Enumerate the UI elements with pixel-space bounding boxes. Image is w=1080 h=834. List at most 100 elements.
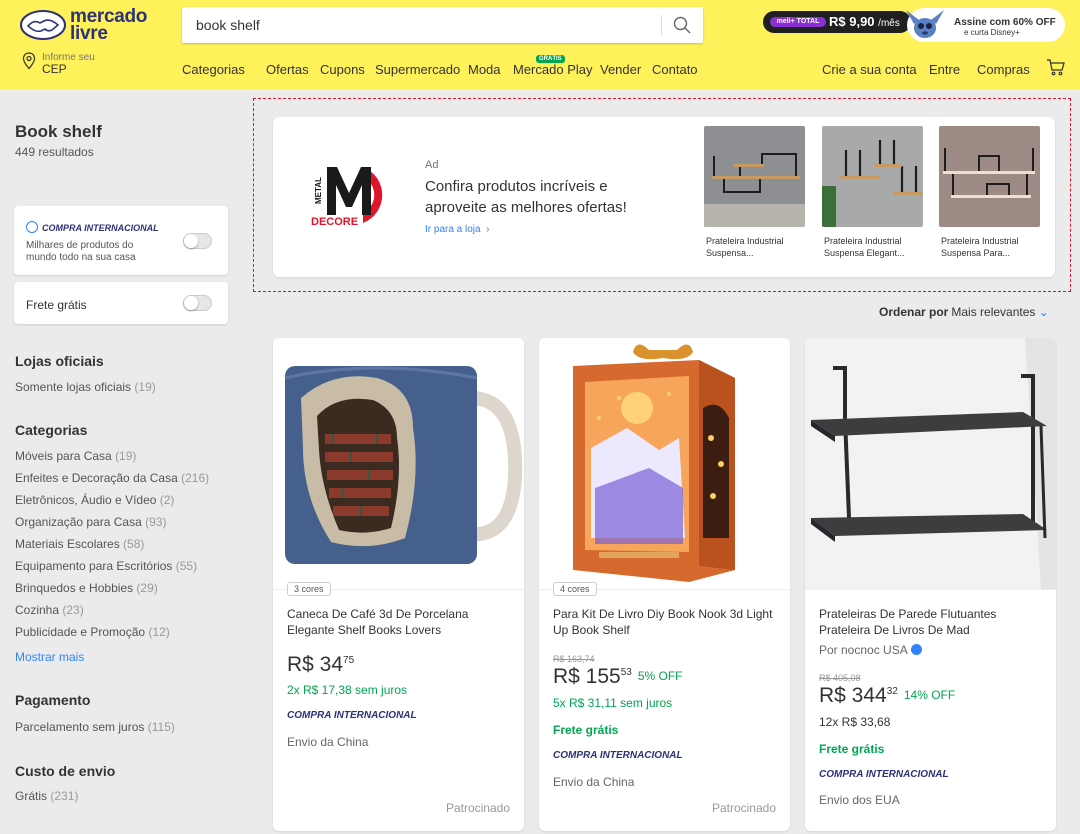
filter-title-envio: Custo de envio bbox=[15, 763, 116, 779]
color-count-badge: 3 cores bbox=[287, 582, 331, 596]
header: mercado livre Informe seu CEP meli+ TOTA… bbox=[0, 0, 1080, 89]
product-price: R$ 34432 14% OFF bbox=[819, 684, 956, 707]
intl-toggle[interactable] bbox=[183, 233, 212, 249]
ad-headline: Confira produtos incríveis e aproveite a… bbox=[425, 178, 627, 216]
gratis-badge: GRÁTIS bbox=[536, 55, 565, 63]
ad-product-caption: Prateleira Industrial Suspensa... bbox=[706, 236, 784, 258]
cart-icon[interactable] bbox=[1046, 58, 1066, 76]
free-shipping-tag: Frete grátis bbox=[819, 742, 885, 756]
nav-cupons[interactable]: Cupons bbox=[320, 62, 365, 77]
promo-line1: Assine com 60% OFF bbox=[954, 17, 1056, 28]
filter-item-category[interactable]: Organização para Casa (93) bbox=[15, 515, 166, 529]
meli-plus-promo[interactable]: meli+ TOTAL R$ 9,90 /mês Assine com 60% … bbox=[763, 8, 1065, 42]
free-shipping-filter-card: Frete grátis bbox=[14, 282, 228, 324]
stitch-character-icon bbox=[906, 10, 944, 38]
free-shipping-label: Frete grátis bbox=[26, 298, 87, 312]
nav-ofertas[interactable]: Ofertas bbox=[266, 62, 309, 77]
ad-product-caption: Prateleira Industrial Suspensa Elegant..… bbox=[824, 236, 905, 258]
search-divider bbox=[661, 15, 662, 35]
discount-tag: 5% OFF bbox=[637, 669, 683, 683]
old-price: R$ 405,08 bbox=[819, 673, 861, 683]
nav-categorias[interactable]: Categorias ⌄ bbox=[182, 62, 245, 77]
disney-promo: Assine com 60% OFF e curta Disney+ bbox=[906, 8, 1065, 42]
sort-selector[interactable]: Ordenar por Mais relevantes ⌄ bbox=[879, 305, 1049, 319]
promo-line2: e curta Disney+ bbox=[964, 28, 1020, 37]
logo-text: mercado livre bbox=[70, 6, 148, 44]
wall-shelf-image bbox=[704, 126, 805, 227]
cep-selector[interactable]: Informe seu CEP bbox=[22, 52, 132, 78]
installments: 5x R$ 31,11 sem juros bbox=[553, 696, 673, 710]
filter-item-category[interactable]: Publicidade e Promoção (12) bbox=[15, 625, 170, 639]
international-filter-card: COMPRA INTERNACIONAL Milhares de produto… bbox=[14, 206, 228, 275]
product-price: R$ 3475 bbox=[287, 653, 355, 676]
ad-product-caption: Prateleira Industrial Suspensa Para... bbox=[941, 236, 1019, 258]
filter-item-lojas-oficiais[interactable]: Somente lojas oficiais (19) bbox=[15, 380, 156, 394]
intl-filter-desc: Milhares de produtos do mundo todo na su… bbox=[26, 240, 136, 263]
product-card[interactable]: Prateleiras De Parede Flutuantes Pratele… bbox=[805, 338, 1056, 831]
filter-title-lojas: Lojas oficiais bbox=[15, 353, 104, 369]
filter-item-gratis[interactable]: Grátis (231) bbox=[15, 789, 78, 803]
verified-icon bbox=[910, 644, 922, 655]
filter-item-category[interactable]: Móveis para Casa (19) bbox=[15, 449, 136, 463]
promo-price: R$ 9,90 /mês bbox=[829, 14, 900, 29]
old-price: R$ 163,74 bbox=[553, 654, 595, 664]
chevron-right-icon: › bbox=[483, 224, 490, 235]
ad-store-link[interactable]: Ir para a loja › bbox=[425, 224, 489, 235]
search-icon[interactable] bbox=[672, 15, 692, 35]
filter-item-category[interactable]: Eletrônicos, Áudio e Vídeo (2) bbox=[15, 493, 174, 507]
ad-product-3[interactable]: Prateleira Industrial Suspensa Para... bbox=[939, 126, 1041, 259]
product-title[interactable]: Para Kit De Livro Diy Book Nook 3d Light… bbox=[553, 606, 779, 638]
seller-label: Por nocnoc USA bbox=[819, 643, 922, 657]
installments: 2x R$ 17,38 sem juros bbox=[287, 683, 408, 697]
free-shipping-tag: Frete grátis bbox=[553, 723, 619, 737]
ad-product-1[interactable]: Prateleira Industrial Suspensa... bbox=[704, 126, 806, 259]
handshake-logo-icon bbox=[20, 10, 66, 40]
nav-contato[interactable]: Contato bbox=[652, 62, 698, 77]
nav-mercado-play[interactable]: Mercado Play bbox=[513, 62, 592, 77]
meli-plus-tag: meli+ TOTAL bbox=[770, 17, 826, 27]
floating-shelf-product-image bbox=[805, 338, 1056, 589]
chevron-down-icon: ⌄ bbox=[1038, 305, 1049, 319]
product-title[interactable]: Prateleiras De Parede Flutuantes Pratele… bbox=[819, 606, 1045, 638]
ad-product-2[interactable]: Prateleira Industrial Suspensa Elegant..… bbox=[822, 126, 924, 259]
filter-item-category[interactable]: Equipamento para Escritórios (55) bbox=[15, 559, 197, 573]
product-card[interactable]: 4 cores Para Kit De Livro Diy Book Nook … bbox=[539, 338, 790, 831]
search-title: Book shelf bbox=[15, 122, 102, 141]
nav-vender[interactable]: Vender bbox=[600, 62, 641, 77]
filter-title-pagamento: Pagamento bbox=[15, 692, 91, 708]
cep-label: CEP bbox=[42, 62, 67, 76]
product-card[interactable]: 3 cores Caneca De Café 3d De Porcelana E… bbox=[273, 338, 524, 831]
ad-product-image bbox=[704, 126, 805, 227]
purchases-link[interactable]: Compras bbox=[977, 62, 1030, 77]
intl-purchase-tag: COMPRA INTERNACIONAL bbox=[553, 750, 683, 761]
ship-origin: Envio da China bbox=[553, 775, 635, 789]
nav-moda[interactable]: Moda bbox=[468, 62, 501, 77]
svg-text:METAL: METAL bbox=[314, 177, 323, 204]
mercado-livre-logo[interactable]: mercado livre bbox=[20, 6, 148, 44]
ad-product-image bbox=[822, 126, 923, 227]
ad-tag: Ad bbox=[425, 159, 439, 171]
show-more-link[interactable]: Mostrar mais bbox=[15, 650, 84, 664]
nav-supermercado[interactable]: Supermercado bbox=[375, 62, 460, 77]
filter-item-category[interactable]: Cozinha (23) bbox=[15, 603, 84, 617]
book-nook-product-image bbox=[539, 338, 790, 589]
intl-filter-title: COMPRA INTERNACIONAL bbox=[26, 221, 159, 233]
filter-item-category[interactable]: Enfeites e Decoração da Casa (216) bbox=[15, 471, 209, 485]
ship-origin: Envio dos EUA bbox=[819, 793, 900, 807]
discount-tag: 14% OFF bbox=[903, 688, 956, 702]
create-account-link[interactable]: Crie a sua conta bbox=[822, 62, 917, 77]
filter-item-category[interactable]: Materiais Escolares (58) bbox=[15, 537, 144, 551]
filter-item-category[interactable]: Brinquedos e Hobbies (29) bbox=[15, 581, 158, 595]
ad-banner[interactable]: METAL DECORE Ad Confira produtos incríve… bbox=[273, 117, 1055, 277]
location-pin-icon bbox=[22, 52, 36, 70]
svg-text:DECORE: DECORE bbox=[311, 216, 358, 228]
installments: 12x R$ 33,68 bbox=[819, 715, 891, 729]
filter-item-parcelamento[interactable]: Parcelamento sem juros (115) bbox=[15, 720, 175, 734]
search-input[interactable] bbox=[196, 7, 656, 43]
product-price: R$ 15553 5% OFF bbox=[553, 665, 683, 688]
product-title[interactable]: Caneca De Café 3d De Porcelana Elegante … bbox=[287, 606, 513, 638]
login-link[interactable]: Entre bbox=[929, 62, 960, 77]
results-count: 449 resultados bbox=[15, 145, 94, 159]
wall-shelf-image bbox=[939, 126, 1040, 227]
free-shipping-toggle[interactable] bbox=[183, 295, 212, 311]
